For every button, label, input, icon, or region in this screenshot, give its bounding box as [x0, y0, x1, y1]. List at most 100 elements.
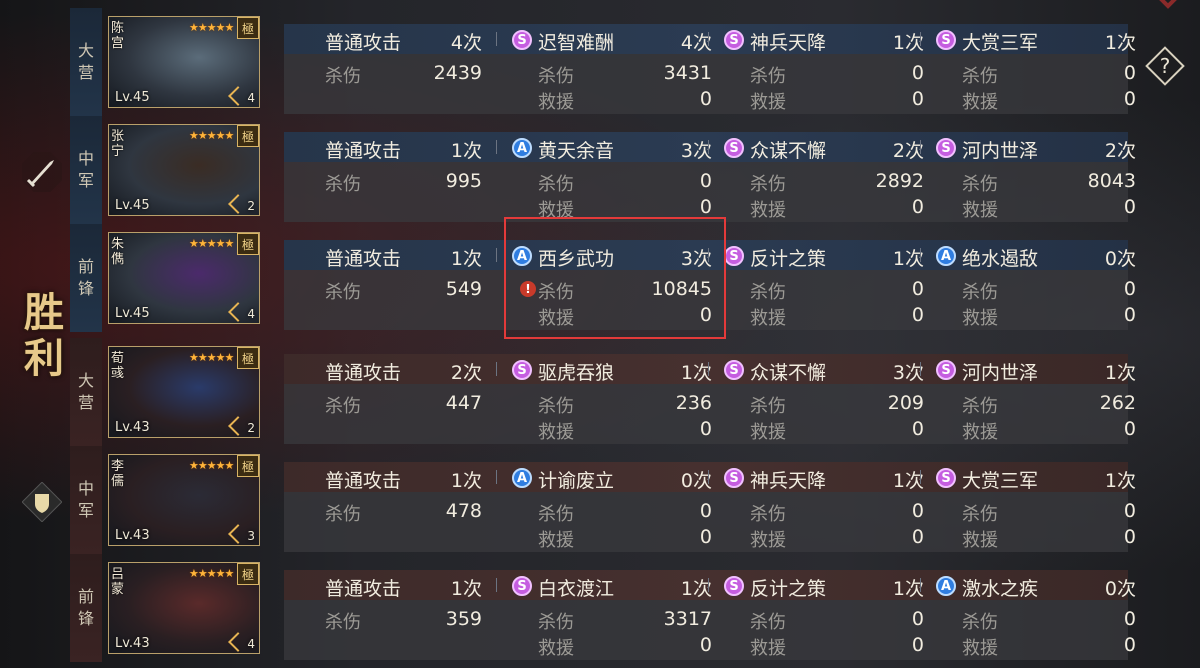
- position-char: 前: [77, 587, 94, 606]
- normal-attack-count: 1次: [450, 470, 482, 492]
- skill-name: 众谋不懈: [750, 362, 827, 384]
- kill-label: 杀伤: [325, 504, 361, 525]
- normal-attack-count: 1次: [450, 248, 482, 270]
- column-divider: [496, 140, 497, 154]
- stats-panel: 普通攻击 2次 杀伤 447 S 驱虎吞狼 1次 杀伤 236 救援 0 S 众…: [284, 354, 1136, 444]
- position-label: 前 锋: [70, 224, 102, 332]
- skill-grade-icon: A: [512, 246, 532, 266]
- skill-column[interactable]: S 驱虎吞狼 1次 杀伤 236 救援 0: [512, 354, 712, 444]
- kill-label: 杀伤: [750, 282, 786, 303]
- column-divider: [920, 32, 921, 46]
- kill-value: 0: [699, 170, 712, 192]
- star-rating: ★★★★★: [189, 21, 234, 34]
- skill-name: 驱虎吞狼: [538, 362, 615, 384]
- name-char: 宫: [111, 36, 125, 51]
- rescue-value: 0: [699, 304, 712, 326]
- skill-column[interactable]: S 白衣渡江 1次 杀伤 3317 救援 0: [512, 570, 712, 660]
- rescue-value: 0: [1123, 634, 1136, 656]
- skill-column[interactable]: S 神兵天降 1次 杀伤 0 救援 0: [724, 24, 924, 114]
- skill-name: 神兵天降: [750, 470, 827, 492]
- shield-icon[interactable]: [22, 482, 62, 522]
- rescue-value: 0: [699, 196, 712, 218]
- normal-attack-column: 普通攻击 1次 杀伤 359: [284, 570, 497, 660]
- general-portrait[interactable]: 朱 儁 ★★★★★ 極 Lv.45 4: [108, 232, 260, 324]
- general-name: 李 儒: [111, 459, 127, 489]
- kill-value: 995: [445, 170, 482, 192]
- general-level: Lv.45: [115, 90, 150, 105]
- rescue-value: 0: [699, 634, 712, 656]
- rescue-value: 0: [1123, 196, 1136, 218]
- kill-label: 杀伤: [962, 504, 998, 525]
- rescue-label: 救援: [538, 308, 574, 329]
- skill-column[interactable]: S 大赏三军 1次 杀伤 0 救援 0: [936, 24, 1136, 114]
- stats-panel: 普通攻击 1次 杀伤 478 A 计谕废立 0次 杀伤 0 救援 0 S 神兵天…: [284, 462, 1136, 552]
- position-label: 中 军: [70, 116, 102, 224]
- general-portrait[interactable]: 吕 蒙 ★★★★★ 極 Lv.43 4: [108, 562, 260, 654]
- skill-column[interactable]: S 众谋不懈 2次 杀伤 2892 救援 0: [724, 132, 924, 222]
- question-icon[interactable]: ?: [1143, 44, 1187, 88]
- rescue-value: 0: [1123, 418, 1136, 440]
- kill-value: 0: [911, 608, 924, 630]
- advance-count: 2: [247, 421, 255, 435]
- skill-column[interactable]: A 激水之疾 0次 杀伤 0 救援 0: [936, 570, 1136, 660]
- skill-count: 2次: [1104, 140, 1136, 162]
- rescue-value: 0: [699, 526, 712, 548]
- kill-value: 262: [1099, 392, 1136, 414]
- general-portrait[interactable]: 张 宁 ★★★★★ 極 Lv.45 2: [108, 124, 260, 216]
- name-char: 儒: [111, 474, 125, 489]
- skill-column[interactable]: A 黄天余音 3次 杀伤 0 救援 0: [512, 132, 712, 222]
- skill-column[interactable]: S 大赏三军 1次 杀伤 0 救援 0: [936, 462, 1136, 552]
- skill-grade-icon: S: [936, 138, 956, 158]
- skill-column[interactable]: A 绝水遏敌 0次 杀伤 0 救援 0: [936, 240, 1136, 330]
- kill-value: 0: [1123, 608, 1136, 630]
- column-divider: [920, 248, 921, 262]
- skill-grade-icon: S: [724, 468, 744, 488]
- general-row: 中 军 李 儒 ★★★★★ 極 Lv.43 3 普通攻击 1次 杀伤 478 A: [70, 446, 1136, 554]
- general-row: 中 军 张 宁 ★★★★★ 極 Lv.45 2 普通攻击 1次 杀伤 995 A: [70, 116, 1136, 224]
- normal-attack-label: 普通攻击: [325, 32, 402, 54]
- general-row: 前 锋 吕 蒙 ★★★★★ 極 Lv.43 4 普通攻击 1次 杀伤 359 S: [70, 554, 1136, 662]
- skill-column[interactable]: A 计谕废立 0次 杀伤 0 救援 0: [512, 462, 712, 552]
- rank-badge: 極: [237, 125, 259, 147]
- rescue-label: 救援: [538, 92, 574, 113]
- skill-name: 反计之策: [750, 578, 827, 600]
- normal-attack-column: 普通攻击 1次 杀伤 549: [284, 240, 497, 330]
- normal-attack-label: 普通攻击: [325, 578, 402, 600]
- general-level: Lv.45: [115, 198, 150, 213]
- skill-column[interactable]: S 反计之策 1次 杀伤 0 救援 0: [724, 570, 924, 660]
- normal-attack-count: 2次: [450, 362, 482, 384]
- general-portrait[interactable]: 李 儒 ★★★★★ 極 Lv.43 3: [108, 454, 260, 546]
- name-char: 李: [111, 459, 125, 474]
- skill-count: 0次: [1104, 248, 1136, 270]
- skill-column[interactable]: S 神兵天降 1次 杀伤 0 救援 0: [724, 462, 924, 552]
- kill-label: 杀伤: [750, 504, 786, 525]
- normal-attack-column: 普通攻击 1次 杀伤 995: [284, 132, 497, 222]
- skill-name: 神兵天降: [750, 32, 827, 54]
- skill-column[interactable]: A 西乡武功 3次 ! 杀伤 10845 救援 0: [512, 240, 712, 330]
- kill-value: 359: [445, 608, 482, 630]
- position-char: 大: [77, 41, 94, 60]
- sword-icon[interactable]: [22, 152, 62, 192]
- position-char: 前: [77, 257, 94, 276]
- skill-grade-icon: S: [724, 360, 744, 380]
- kill-label: 杀伤: [325, 282, 361, 303]
- kill-value: 2892: [875, 170, 924, 192]
- skill-column[interactable]: S 迟智难酬 4次 杀伤 3431 救援 0: [512, 24, 712, 114]
- close-icon[interactable]: [1148, 0, 1188, 14]
- skill-name: 众谋不懈: [750, 140, 827, 162]
- skill-name: 反计之策: [750, 248, 827, 270]
- rescue-value: 0: [1123, 304, 1136, 326]
- column-divider: [708, 248, 709, 262]
- position-char: 锋: [77, 609, 94, 628]
- skill-column[interactable]: S 反计之策 1次 杀伤 0 救援 0: [724, 240, 924, 330]
- general-portrait[interactable]: 陈 宫 ★★★★★ 極 Lv.45 4: [108, 16, 260, 108]
- column-divider: [920, 470, 921, 484]
- rescue-value: 0: [911, 88, 924, 110]
- skill-column[interactable]: S 众谋不懈 3次 杀伤 209 救援 0: [724, 354, 924, 444]
- general-name: 陈 宫: [111, 21, 127, 51]
- skill-column[interactable]: S 河内世泽 1次 杀伤 262 救援 0: [936, 354, 1136, 444]
- general-portrait[interactable]: 荀 彧 ★★★★★ 極 Lv.43 2: [108, 346, 260, 438]
- advance-count: 2: [247, 199, 255, 213]
- skill-column[interactable]: S 河内世泽 2次 杀伤 8043 救援 0: [936, 132, 1136, 222]
- general-name: 朱 儁: [111, 237, 127, 267]
